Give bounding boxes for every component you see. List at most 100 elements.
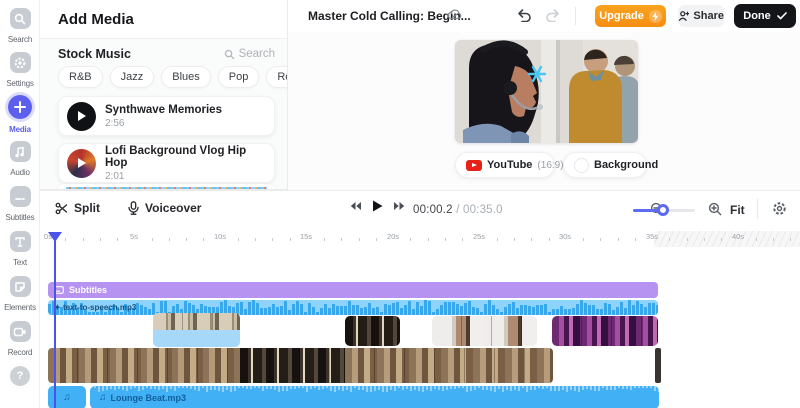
music-audio-clip[interactable]: ♫ Lounge Beat.mp3 bbox=[90, 386, 659, 408]
time-display: 00:00.2 / 00:35.0 bbox=[413, 204, 503, 216]
sidebar-item-label: Settings bbox=[6, 79, 34, 88]
sidebar-item-label: Elements bbox=[4, 303, 36, 312]
microphone-icon bbox=[128, 201, 139, 215]
divider bbox=[575, 7, 576, 25]
timeline-settings-icon[interactable] bbox=[772, 201, 787, 221]
ruler-label: 25s bbox=[472, 232, 486, 241]
genre-pill-blues[interactable]: Blues bbox=[161, 66, 211, 88]
playhead-line bbox=[54, 241, 56, 408]
aspect-ratio-label: (16:9) bbox=[537, 159, 564, 171]
sidebar-item-label: Search bbox=[7, 35, 33, 44]
ruler-tick bbox=[444, 238, 446, 241]
genre-pill-rnb[interactable]: R&B bbox=[58, 66, 103, 88]
time-separator: / bbox=[456, 204, 463, 216]
skip-forward-icon[interactable] bbox=[393, 201, 405, 211]
help-icon[interactable]: ? bbox=[10, 366, 30, 386]
zoom-in-icon[interactable] bbox=[708, 202, 722, 221]
music-track-card[interactable]: Synthwave Memories 2:56 bbox=[58, 96, 275, 136]
share-person-icon bbox=[678, 11, 690, 21]
sidebar-item-record[interactable]: Record bbox=[0, 321, 40, 357]
ruler-tick bbox=[721, 238, 723, 241]
timeline-ruler[interactable]: 0s 5s 10s 15s 20s 25s 30s 35s 40s bbox=[40, 229, 800, 249]
timeline-zoom-slider[interactable] bbox=[633, 204, 695, 216]
top-bar: Master Cold Calling: Begin... Upgrade Sh… bbox=[288, 0, 800, 32]
ruler-label: 20s bbox=[386, 232, 400, 241]
ruler-tick bbox=[186, 238, 188, 241]
sidebar-item-media[interactable]: Media bbox=[0, 95, 40, 134]
platform-selector[interactable]: YouTube (16:9) bbox=[455, 152, 564, 178]
sidebar-item-label: Audio bbox=[10, 168, 30, 177]
panel-title: Add Media bbox=[58, 11, 134, 28]
clip-thumbnails bbox=[345, 348, 553, 383]
sidebar-item-label: Text bbox=[13, 258, 27, 267]
sticker-icon bbox=[9, 276, 31, 297]
genre-pill-pop[interactable]: Pop bbox=[217, 66, 260, 88]
out-of-range-stripes bbox=[654, 231, 800, 247]
play-icon bbox=[77, 111, 86, 121]
split-button[interactable]: Split bbox=[55, 201, 100, 215]
video-frame-content bbox=[455, 40, 638, 143]
skip-back-icon[interactable] bbox=[350, 201, 362, 211]
search-label: Search bbox=[238, 48, 275, 60]
ruler-tick bbox=[410, 238, 412, 241]
sidebar-item-search[interactable]: Search bbox=[0, 8, 40, 44]
fit-button[interactable]: Fit bbox=[730, 203, 745, 217]
speech-clip-label: ✦ text-to-speech.mp3 bbox=[54, 303, 137, 312]
sidebar-item-text[interactable]: Text bbox=[0, 231, 40, 267]
sidebar-item-settings[interactable]: Settings bbox=[0, 52, 40, 88]
ruler-tick bbox=[686, 238, 688, 241]
ruler-tick bbox=[82, 238, 84, 241]
camera-icon bbox=[9, 321, 31, 342]
play-icon[interactable] bbox=[372, 200, 383, 212]
ruler-tick bbox=[272, 238, 274, 241]
upgrade-button[interactable]: Upgrade bbox=[595, 5, 666, 27]
section-title: Stock Music bbox=[58, 47, 131, 61]
overlay-video-clip[interactable] bbox=[432, 316, 537, 346]
voiceover-button[interactable]: Voiceover bbox=[128, 201, 201, 215]
done-button[interactable]: Done bbox=[734, 4, 796, 28]
sidebar-item-elements[interactable]: Elements bbox=[0, 276, 40, 312]
sidebar-item-label: Subtitles bbox=[5, 213, 35, 222]
cloud-saved-icon bbox=[447, 8, 463, 26]
ruler-tick bbox=[600, 238, 602, 241]
undo-icon[interactable] bbox=[516, 8, 533, 27]
video-preview[interactable] bbox=[455, 40, 638, 143]
ruler-tick bbox=[548, 238, 550, 241]
track-thumbnail bbox=[67, 101, 96, 131]
genre-pill-rock[interactable]: Rock bbox=[266, 66, 287, 88]
divider bbox=[757, 199, 758, 219]
sidebar-item-audio[interactable]: Audio bbox=[0, 141, 40, 177]
overlay-video-clip[interactable] bbox=[345, 316, 400, 346]
track-thumbnail bbox=[67, 148, 96, 178]
ruler-tick bbox=[99, 238, 101, 241]
music-track-card[interactable]: Lofi Background Vlog Hip Hop 2:01 bbox=[58, 143, 275, 183]
youtube-icon bbox=[466, 159, 482, 171]
ruler-tick bbox=[583, 238, 585, 241]
clip-thumbnails bbox=[153, 313, 240, 330]
waveform-preview bbox=[66, 187, 267, 189]
clip-thumbnails bbox=[48, 348, 240, 383]
video-clip-sliver[interactable] bbox=[655, 348, 661, 383]
ruler-tick bbox=[65, 238, 67, 241]
music-track-card-partial[interactable] bbox=[58, 184, 275, 189]
sidebar-item-subtitles[interactable]: Subtitles bbox=[0, 186, 40, 222]
overlay-video-clip[interactable] bbox=[552, 316, 658, 346]
ruler-tick bbox=[324, 238, 326, 241]
stock-music-search[interactable]: Search bbox=[224, 48, 275, 60]
audio-waveform bbox=[48, 300, 658, 315]
sidebar-item-label: Record bbox=[7, 348, 33, 357]
subtitles-track-clip[interactable]: Subtitles bbox=[48, 282, 658, 298]
search-icon bbox=[224, 49, 234, 59]
speech-audio-clip[interactable]: ✦ text-to-speech.mp3 bbox=[48, 300, 658, 315]
sidebar: Search Settings Media Audio Subtitles Te… bbox=[0, 0, 40, 408]
overlay-video-clip[interactable] bbox=[153, 313, 240, 347]
ruler-label: 30s bbox=[558, 232, 572, 241]
slider-handle[interactable] bbox=[657, 204, 669, 216]
genre-pill-jazz[interactable]: Jazz bbox=[109, 66, 155, 88]
main-video-clip[interactable] bbox=[48, 348, 553, 383]
background-button[interactable]: Background bbox=[563, 152, 658, 178]
playhead-handle[interactable] bbox=[48, 232, 62, 242]
preview-area: YouTube (16:9) Background bbox=[288, 32, 800, 190]
share-button[interactable]: Share bbox=[678, 5, 724, 27]
redo-icon[interactable] bbox=[544, 8, 561, 27]
